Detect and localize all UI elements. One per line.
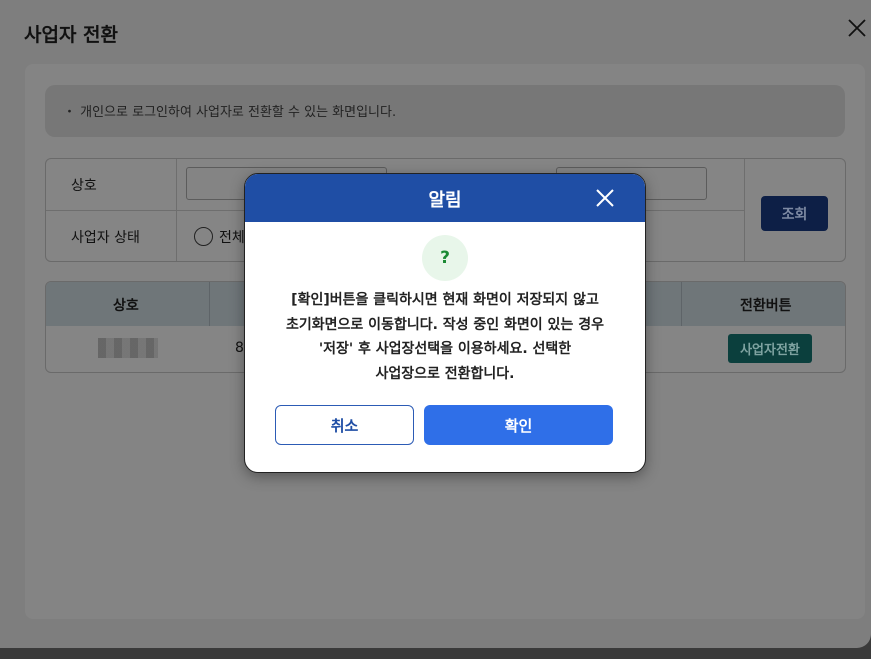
- header-divider: [681, 282, 682, 326]
- question-icon: ?: [422, 235, 468, 281]
- column-divider: [176, 159, 177, 261]
- button-column-divider: [744, 159, 745, 261]
- dialog-close-icon[interactable]: [595, 188, 615, 208]
- header-divider: [209, 282, 210, 326]
- radio-all-label: 전체: [219, 230, 245, 246]
- status-label: 사업자 상태: [71, 230, 140, 246]
- blurred-business-name: [98, 338, 158, 358]
- window-close-icon[interactable]: [845, 16, 869, 40]
- cancel-button[interactable]: 취소: [275, 405, 414, 445]
- switch-business-button[interactable]: 사업자전환: [728, 334, 812, 363]
- notice-text: ・ 개인으로 로그인하여 사업자로 전환할 수 있는 화면입니다.: [63, 105, 397, 120]
- message-line: 초기화면으로 이동합니다. 작성 중인 화면이 있는 경우: [286, 316, 604, 333]
- window-title: 사업자 전환: [24, 24, 119, 46]
- message-line: 사업장으로 전환합니다.: [375, 365, 515, 382]
- alert-dialog: 알림 ? [확인]버튼을 클릭하시면 현재 화면이 저장되지 않고 초기화면으로…: [244, 173, 646, 473]
- name-label: 상호: [71, 178, 97, 194]
- notice-box: ・ 개인으로 로그인하여 사업자로 전환할 수 있는 화면입니다.: [45, 85, 845, 137]
- dialog-header: 알림: [245, 174, 645, 222]
- confirm-button[interactable]: 확인: [424, 405, 613, 445]
- search-button[interactable]: 조회: [761, 196, 828, 231]
- message-line: [확인]버튼을 클릭하시면 현재 화면이 저장되지 않고: [291, 292, 599, 308]
- header-switch: 전환버튼: [740, 298, 792, 314]
- dialog-title: 알림: [428, 190, 462, 211]
- dialog-message: [확인]버튼을 클릭하시면 현재 화면이 저장되지 않고 초기화면으로 이동합니…: [265, 288, 625, 386]
- business-number-cell: 8: [235, 340, 244, 356]
- radio-all[interactable]: [194, 227, 213, 246]
- header-name: 상호: [113, 298, 139, 314]
- message-line: '저장' 후 사업장선택을 이용하세요. 선택한: [318, 341, 572, 357]
